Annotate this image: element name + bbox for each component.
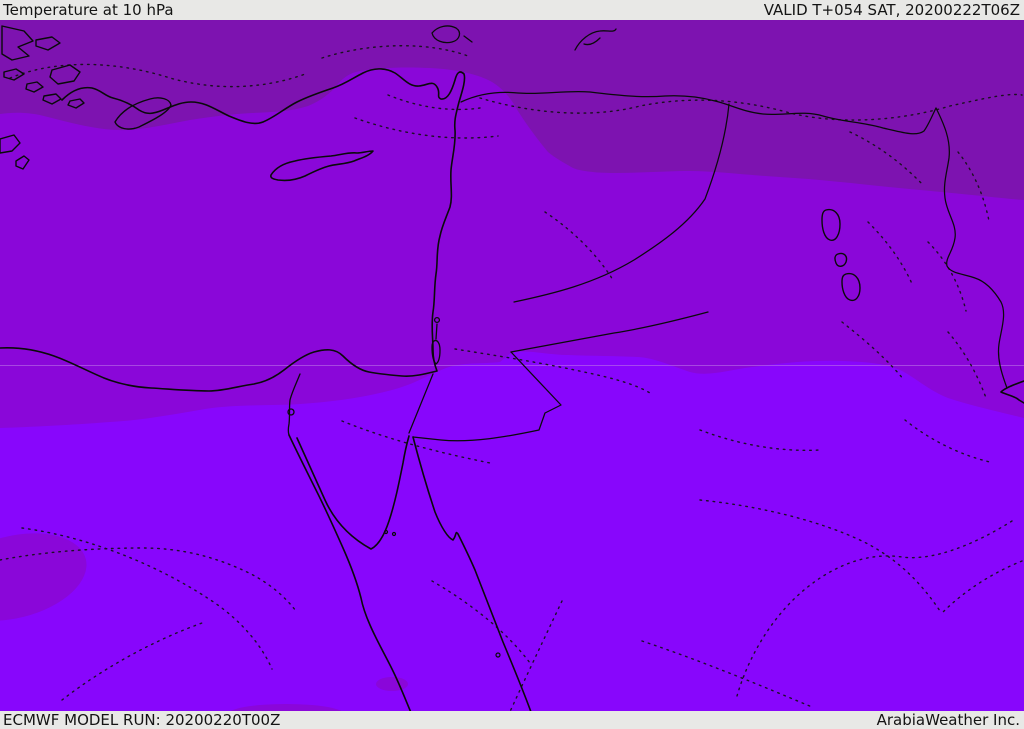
header-bar: Temperature at 10 hPa VALID T+054 SAT, 2… <box>0 0 1024 20</box>
temp-pocket-small <box>376 677 408 691</box>
brand-label: ArabiaWeather Inc. <box>876 711 1020 729</box>
model-run-label: ECMWF MODEL RUN: 20200220T00Z <box>3 711 281 729</box>
valid-time-label: VALID T+054 SAT, 20200222T06Z <box>763 1 1020 19</box>
footer-bar: ECMWF MODEL RUN: 20200220T00Z ArabiaWeat… <box>0 711 1024 729</box>
map-title: Temperature at 10 hPa <box>3 1 174 19</box>
weather-map-page: { "header": { "title": "Temperature at 1… <box>0 0 1024 729</box>
map-canvas <box>0 20 1024 711</box>
temperature-map <box>0 20 1024 711</box>
